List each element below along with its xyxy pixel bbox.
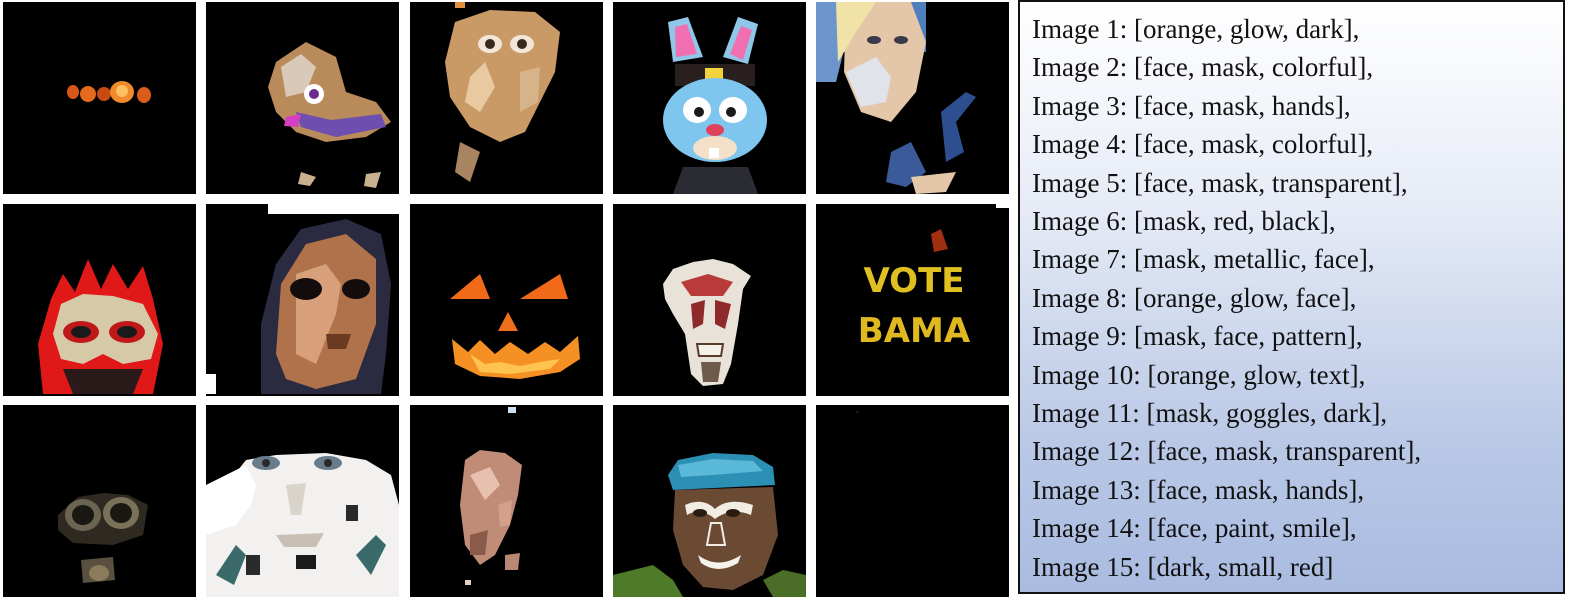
tag-line-image-11: Image 11: [mask, goggles, dark],: [1032, 398, 1388, 429]
tag-line-image-2: Image 2: [face, mask, colorful],: [1032, 52, 1374, 83]
tag-line-image-4: Image 4: [face, mask, colorful],: [1032, 129, 1374, 160]
thumbnail-image-7: [206, 204, 399, 396]
orange-glow-lights-graphic: [67, 81, 151, 103]
thumbnail-image-12: [206, 405, 399, 597]
tag-line-image-9: Image 9: [mask, face, pattern],: [1032, 321, 1363, 352]
face-paint-smile-graphic: [613, 453, 806, 597]
tag-line-image-3: Image 3: [face, mask, hands],: [1032, 90, 1351, 121]
tag-line-image-8: Image 8: [orange, glow, face],: [1032, 282, 1357, 313]
bunny-mask-graphic: [663, 17, 767, 194]
thumbnail-image-6: [3, 204, 196, 396]
image-grid: VOTE BAMA: [0, 0, 1010, 600]
tag-list-panel: Image 1: [orange, glow, dark], Image 2: …: [1018, 0, 1565, 594]
thumbnail-image-3: [410, 2, 603, 194]
thumbnail-image-10: VOTE BAMA: [816, 204, 1009, 396]
thumbnail-image-14: [613, 405, 806, 597]
vote-obama-pumpkin-graphic: VOTE BAMA: [858, 204, 1009, 351]
pumpkin-text-line-1: VOTE: [863, 261, 964, 301]
tag-line-image-12: Image 12: [face, mask, transparent],: [1032, 436, 1422, 467]
thumbnail-image-2: [206, 2, 399, 194]
tag-line-image-14: Image 14: [face, paint, smile],: [1032, 513, 1357, 544]
tag-line-image-10: Image 10: [orange, glow, text],: [1032, 359, 1366, 390]
metallic-mask-graphic: [206, 204, 399, 394]
tag-line-image-7: Image 7: [mask, metallic, face],: [1032, 244, 1375, 275]
tag-line-image-5: Image 5: [face, mask, transparent],: [1032, 167, 1408, 198]
thumbnail-image-1: [3, 2, 196, 194]
colorful-mask-graphic: [268, 42, 391, 188]
pumpkin-text-line-2: BAMA: [858, 311, 971, 351]
thumbnail-image-9: [613, 204, 806, 396]
tag-list: Image 1: [orange, glow, dark], Image 2: …: [1032, 10, 1563, 586]
tag-line-image-15: Image 15: [dark, small, red]: [1032, 551, 1334, 582]
patterned-mask-graphic: [663, 259, 751, 386]
thumbnail-image-15: [816, 405, 1009, 597]
thumbnail-image-8: [410, 204, 603, 396]
red-black-masquerade-mask-graphic: [38, 259, 163, 394]
tag-line-image-13: Image 13: [face, mask, hands],: [1032, 474, 1365, 505]
transparent-face-mask-graphic: [206, 453, 399, 597]
tag-line-image-1: Image 1: [orange, glow, dark],: [1032, 14, 1360, 44]
thumbnail-image-5: [816, 2, 1009, 194]
goggles-mask-graphic: [58, 493, 148, 583]
tag-line-image-6: Image 6: [mask, red, black],: [1032, 206, 1336, 237]
thumbnail-image-11: [3, 405, 196, 597]
face-mask-hands-graphic-2: [460, 407, 522, 585]
transparent-mask-face-graphic: [816, 2, 976, 194]
thumbnail-image-4: [613, 2, 806, 194]
face-mask-hands-graphic: [445, 2, 560, 182]
thumbnail-image-13: [410, 405, 603, 597]
dark-small-red-graphic: [856, 411, 859, 413]
jack-o-lantern-graphic: [450, 274, 580, 379]
